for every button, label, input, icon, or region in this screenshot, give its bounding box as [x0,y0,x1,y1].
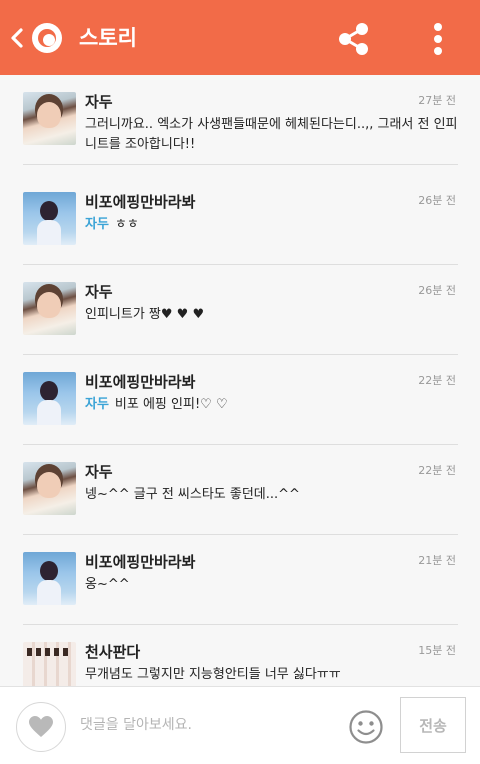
comment-item: 자두 26분 전 인피니트가 짱♥ ♥ ♥ [0,265,480,355]
comment-time: 15분 전 [418,644,456,657]
comment-item: 천사판다 15분 전 무개념도 그렇지만 지능형안티들 너무 싫다ㅠㅠ [0,625,480,686]
comment-body: 넹~^^ 글구 전 씨스타도 좋던데...^^ [85,487,300,502]
like-button[interactable] [16,702,66,752]
emoticon-button[interactable] [348,709,384,745]
app-header: 스토리 [0,0,480,75]
page-title: 스토리 [79,26,137,50]
comment-time: 26분 전 [418,284,456,297]
comment-author[interactable]: 비포에핑만바라봐 [85,371,195,393]
send-button[interactable]: 전송 [400,697,466,753]
heart-icon [29,716,53,737]
avatar[interactable] [23,372,76,425]
comment-text: 무개념도 그렇지만 지능형안티들 너무 싫다ㅠㅠ [85,665,460,685]
comment-body: 인피니트가 짱♥ ♥ ♥ [85,307,205,322]
comment-item: 비포에핑만바라봐 22분 전 자두 비포 에핑 인피!♡ ♡ [0,355,480,445]
comment-body: 비포 에핑 인피!♡ ♡ [114,397,228,412]
kakaostory-logo [32,23,62,53]
comment-text: 그러니까요.. 엑소가 사생팬들때문에 헤체된다는디..,, 그래서 전 인피니… [85,115,460,155]
comment-text: 넹~^^ 글구 전 씨스타도 좋던데...^^ [85,485,460,505]
avatar[interactable] [23,282,76,335]
comment-body: 그러니까요.. 엑소가 사생팬들때문에 헤체된다는디..,, 그래서 전 인피니… [85,117,458,152]
comment-time: 21분 전 [418,554,456,567]
comment-item: 자두 22분 전 넹~^^ 글구 전 씨스타도 좋던데...^^ [0,445,480,535]
divider [23,164,458,165]
comment-author[interactable]: 자두 [85,461,113,483]
avatar[interactable] [23,642,76,686]
avatar[interactable] [23,92,76,145]
comment-author[interactable]: 자두 [85,91,113,113]
comment-author[interactable]: 비포에핑만바라봐 [85,551,195,573]
mention-link[interactable]: 자두 [85,217,109,232]
comment-item: 자두 27분 전 그러니까요.. 엑소가 사생팬들때문에 헤체된다는디..,, … [0,75,480,165]
comment-author[interactable]: 자두 [85,281,113,303]
chevron-left-icon [11,28,23,48]
comment-time: 26분 전 [418,194,456,207]
comment-text: 자두 비포 에핑 인피!♡ ♡ [85,395,460,415]
comment-item: 비포에핑만바라봐 26분 전 자두 ㅎㅎ [0,175,480,265]
comment-body: 옹~^^ [85,577,130,592]
comment-list[interactable]: 자두 27분 전 그러니까요.. 엑소가 사생팬들때문에 헤체된다는디..,, … [0,75,480,686]
comment-text: 자두 ㅎㅎ [85,215,460,235]
avatar[interactable] [23,462,76,515]
comment-time: 22분 전 [418,374,456,387]
comment-body: 무개념도 그렇지만 지능형안티들 너무 싫다ㅠㅠ [85,667,341,682]
more-options-button[interactable] [424,20,452,58]
comment-input-bar: 전송 [0,686,480,764]
comment-input[interactable] [80,709,330,741]
avatar[interactable] [23,192,76,245]
comment-item: 비포에핑만바라봐 21분 전 옹~^^ [0,535,480,625]
back-button[interactable] [6,22,28,54]
share-button[interactable] [334,20,374,58]
comment-time: 27분 전 [418,94,456,107]
comment-text: 인피니트가 짱♥ ♥ ♥ [85,305,460,325]
comment-text: 옹~^^ [85,575,460,595]
share-icon [339,23,368,55]
comment-body: ㅎㅎ [114,217,139,232]
more-vertical-icon [434,23,442,55]
avatar[interactable] [23,552,76,605]
comment-time: 22분 전 [418,464,456,477]
mention-link[interactable]: 자두 [85,397,109,412]
comment-author[interactable]: 비포에핑만바라봐 [85,191,195,213]
smiley-icon [349,710,383,744]
comment-author[interactable]: 천사판다 [85,641,140,663]
